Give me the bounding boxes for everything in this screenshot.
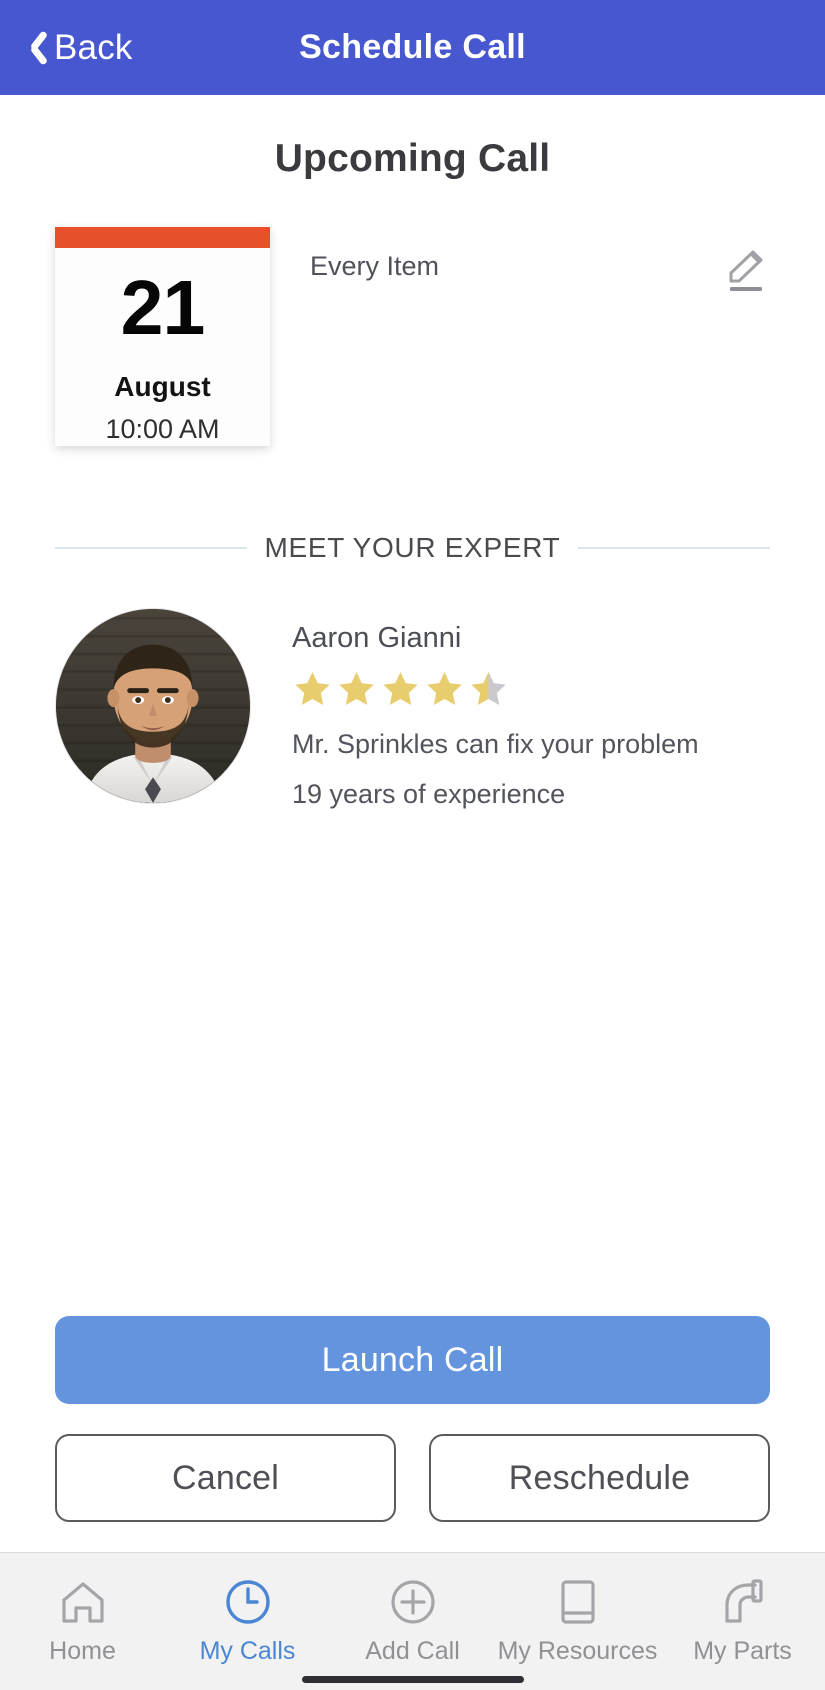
star-icon-4	[427, 672, 462, 705]
action-buttons: Launch Call Cancel Reschedule	[0, 1316, 825, 1522]
bottom-tab-bar: Home My Calls Add Call My Resources My P…	[0, 1552, 825, 1690]
tab-my-resources[interactable]: My Resources	[495, 1553, 660, 1690]
navigation-bar: Back Schedule Call	[0, 0, 825, 95]
pencil-edit-icon[interactable]	[718, 247, 770, 295]
page-title: Upcoming Call	[274, 137, 551, 180]
expert-tagline: Mr. Sprinkles can fix your problem	[292, 729, 699, 759]
appointment-meta: Every Item	[270, 227, 770, 295]
calendar-month: August	[114, 371, 211, 402]
tab-my-parts[interactable]: My Parts	[660, 1553, 825, 1690]
tab-add-call[interactable]: Add Call	[330, 1553, 495, 1690]
expert-details: Aaron Gianni Mr. Sprinkles can fix your …	[251, 608, 699, 810]
expert-section-label: MEET YOUR EXPERT	[264, 532, 561, 563]
cancel-button[interactable]: Cancel	[55, 1434, 396, 1522]
expert-name: Aaron Gianni	[292, 622, 462, 654]
launch-call-button[interactable]: Launch Call	[55, 1316, 770, 1404]
calendar-card: 21 August 10:00 AM	[55, 227, 270, 446]
book-icon	[555, 1575, 601, 1629]
star-icon-1	[295, 672, 330, 705]
tab-my-parts-label: My Parts	[693, 1637, 792, 1665]
tab-add-call-label: Add Call	[365, 1637, 460, 1665]
tab-home[interactable]: Home	[0, 1553, 165, 1690]
tab-my-calls-label: My Calls	[199, 1637, 296, 1665]
calendar-top-strip	[55, 227, 270, 248]
expert-experience: 19 years of experience	[292, 779, 566, 809]
calendar-time: 10:00 AM	[105, 414, 220, 444]
plus-circle-icon	[388, 1575, 438, 1629]
home-icon	[58, 1575, 108, 1629]
appointment-row: 21 August 10:00 AM Every Item	[0, 227, 825, 446]
rating-stars	[292, 669, 699, 709]
pipe-icon	[718, 1575, 768, 1629]
star-icon-3	[383, 672, 418, 705]
divider-rule-left	[55, 547, 247, 549]
main-content: Upcoming Call 21 August 10:00 AM Every I…	[0, 95, 825, 1552]
avatar	[55, 608, 251, 804]
divider-rule-right	[578, 547, 771, 549]
star-icon-2	[339, 672, 374, 705]
secondary-button-row: Cancel Reschedule	[55, 1434, 770, 1522]
back-button[interactable]: Back	[0, 28, 133, 68]
expert-profile: Aaron Gianni Mr. Sprinkles can fix your …	[0, 608, 825, 810]
calendar-day: 21	[120, 265, 206, 351]
appointment-item-label: Every Item	[310, 251, 440, 281]
star-icon-5-half	[471, 672, 506, 705]
home-indicator	[301, 1676, 524, 1683]
app-root: Back Schedule Call Upcoming Call 21 Augu…	[0, 0, 825, 1690]
reschedule-button[interactable]: Reschedule	[429, 1434, 770, 1522]
back-button-label: Back	[54, 27, 133, 67]
tab-my-calls[interactable]: My Calls	[165, 1553, 330, 1690]
chevron-left-icon	[18, 28, 44, 68]
tab-home-label: Home	[49, 1637, 116, 1665]
clock-icon	[223, 1575, 273, 1629]
tab-my-resources-label: My Resources	[497, 1637, 658, 1665]
expert-section-divider: MEET YOUR EXPERT	[55, 532, 771, 564]
